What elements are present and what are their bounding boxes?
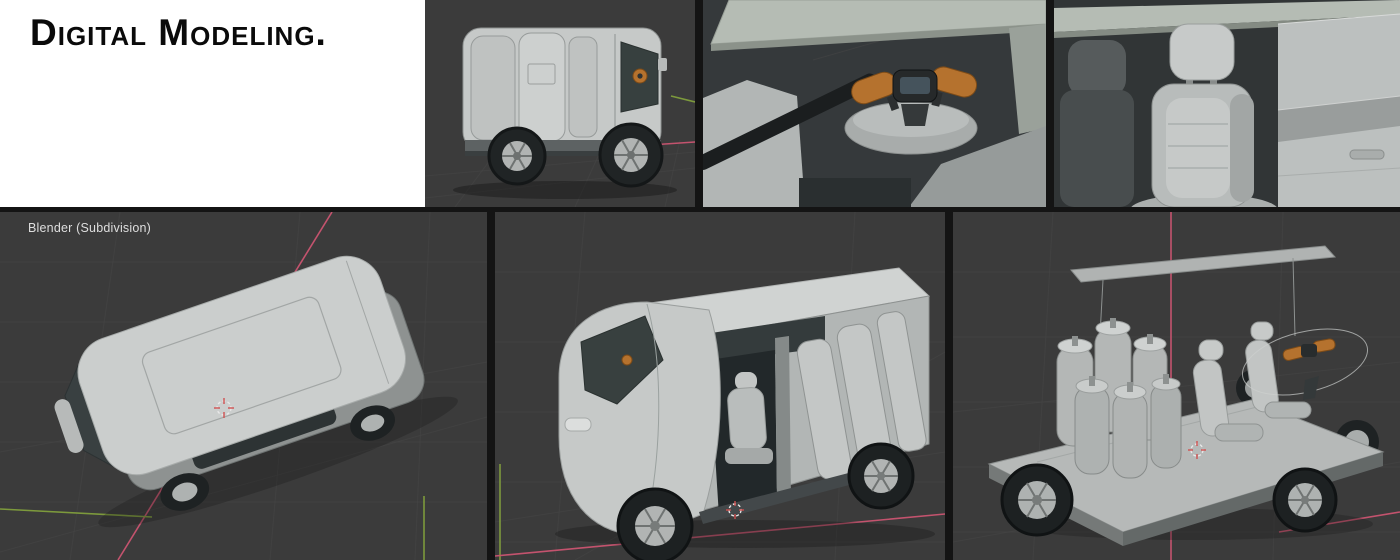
seat: [1244, 322, 1311, 418]
viewport-interior-steering: [703, 0, 1046, 207]
hub-screen: [900, 77, 930, 94]
chassis-layout-illustration: [953, 212, 1400, 560]
viewport-exterior-front-quarter: [495, 212, 945, 560]
rear-wheel: [489, 128, 545, 184]
side-mirror: [658, 58, 667, 71]
seat-detail-illustration: [1054, 0, 1400, 207]
gas-tanks: [1057, 318, 1181, 478]
van-model: [38, 236, 465, 546]
rear-wheel: [849, 444, 913, 508]
front-wheel: [1274, 469, 1336, 531]
viewport-chassis-layout: [953, 212, 1400, 560]
headlight: [565, 418, 591, 431]
viewport-top-overview: Blender (Subdivision): [0, 212, 487, 560]
van-model: [555, 268, 935, 560]
y-axis-line: [671, 96, 695, 102]
roof-frame-bar: [1071, 246, 1335, 282]
van-top-overview-illustration: [0, 212, 487, 560]
door-panel: [1278, 14, 1400, 207]
door-handle: [1350, 150, 1384, 159]
viewport-seat-detail: [1054, 0, 1400, 207]
viewport-exterior-rear-quarter: [425, 0, 695, 207]
portfolio-page: Digital Modeling.: [0, 0, 1400, 560]
steering-wheel: [622, 355, 632, 365]
title-block: Digital Modeling.: [0, 0, 425, 207]
van-front-quarter-illustration: [495, 212, 945, 560]
van-model: [453, 28, 677, 199]
far-seat: [1060, 40, 1134, 207]
viewport-label: Blender (Subdivision): [28, 221, 151, 235]
steering-hub: [1301, 344, 1317, 357]
front-wheel: [618, 489, 692, 560]
front-wheel: [600, 124, 662, 186]
van-rear-quarter-illustration: [425, 0, 695, 207]
headrest: [1170, 24, 1234, 80]
interior-steering-illustration: [703, 0, 1046, 207]
page-title: Digital Modeling.: [30, 12, 327, 54]
rear-wheel: [1002, 465, 1072, 535]
b-pillar: [775, 336, 791, 502]
